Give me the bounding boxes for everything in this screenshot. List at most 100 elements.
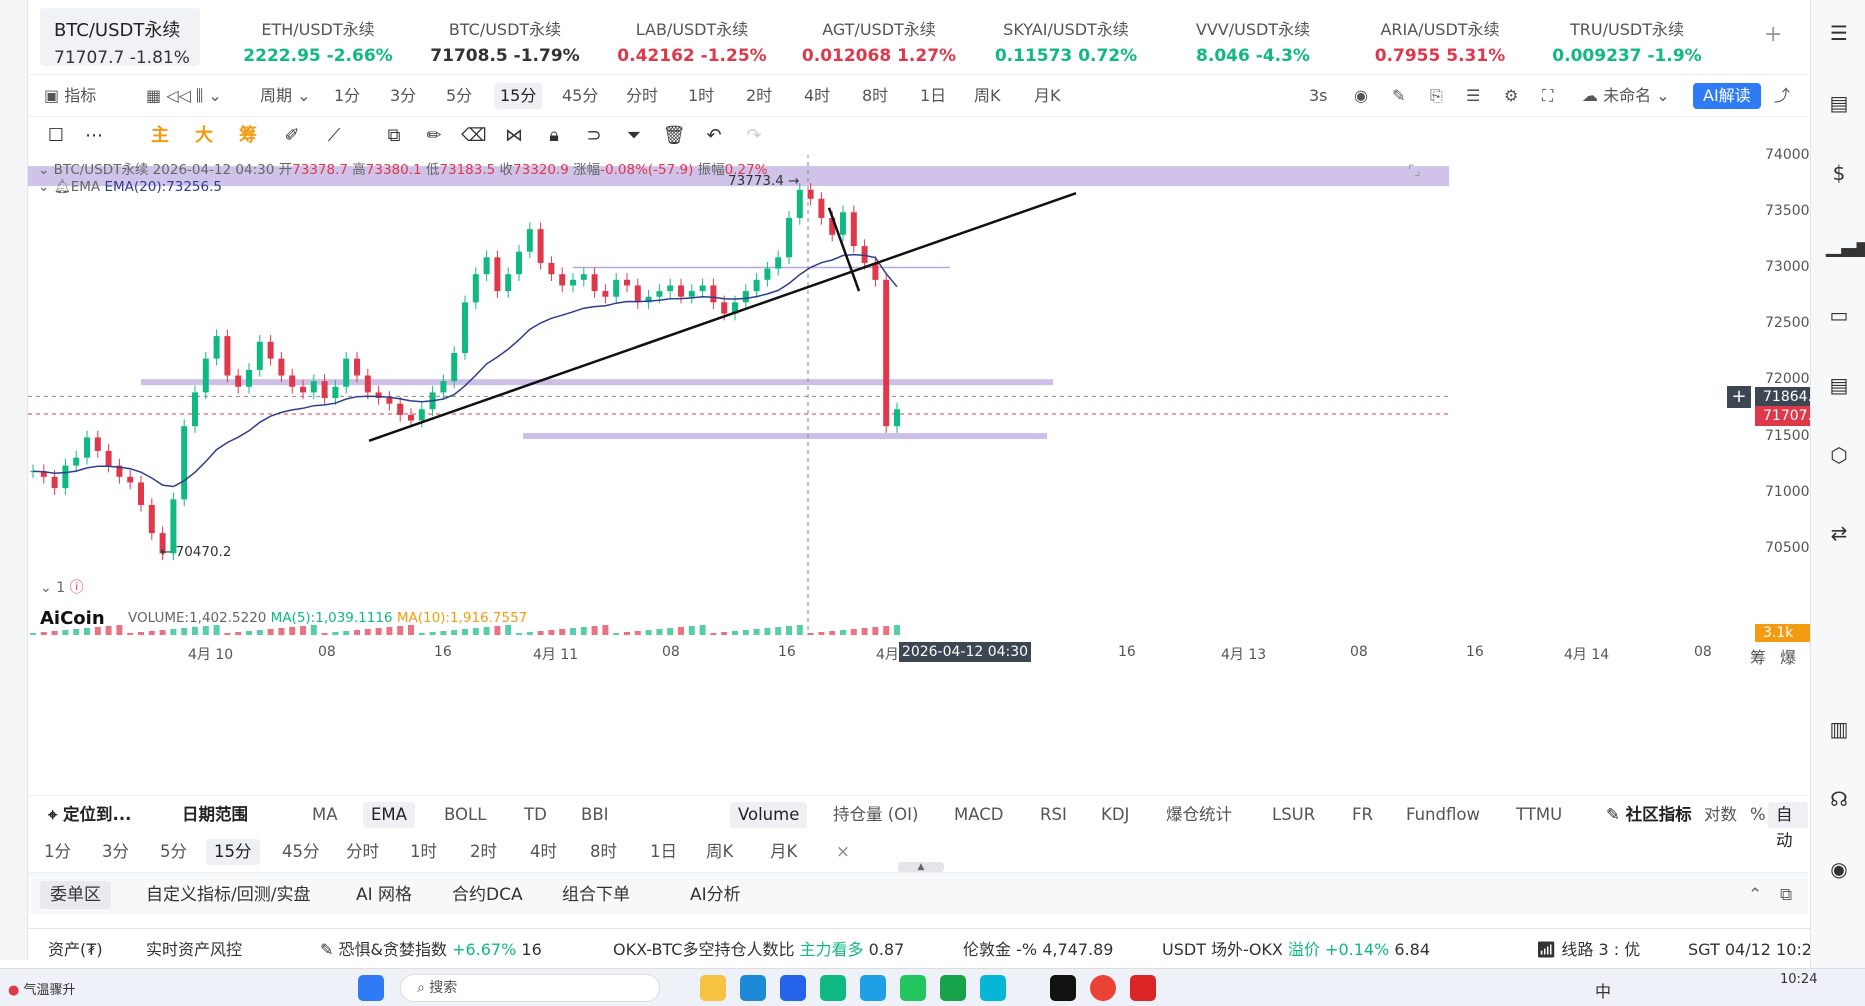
period-4h[interactable]: 4时	[522, 839, 565, 865]
panel-icon[interactable]: ▥	[1826, 716, 1852, 742]
layout-name-dropdown[interactable]: ☁ 未命名 ⌄	[1576, 83, 1676, 109]
browser-icon[interactable]	[860, 975, 886, 1001]
interval-15m[interactable]: 15分	[494, 83, 543, 109]
fear-greed[interactable]: ✎ 恐惧&贪婪指数 +6.67% 16	[320, 939, 542, 961]
add-ticker-icon[interactable]: +	[1764, 22, 1782, 47]
ime-indicator[interactable]: 中	[1595, 978, 1611, 1002]
stats-icon[interactable]: ▁▃▅	[1826, 232, 1865, 258]
copy-icon[interactable]: ⎘	[1424, 83, 1449, 109]
assets-label[interactable]: 资产(₮)	[48, 939, 103, 961]
ticker-item[interactable]: VVV/USDT永续 8.046 -4.3%	[1163, 8, 1343, 66]
pattern-icon[interactable]: ⋈	[500, 122, 528, 150]
app-icon[interactable]	[940, 975, 966, 1001]
interval-2h[interactable]: 2时	[740, 83, 778, 109]
price-chart-svg[interactable]	[28, 155, 1808, 780]
draw-icon[interactable]: ✐	[278, 122, 306, 150]
interval-3m[interactable]: 3分	[384, 83, 422, 109]
community-indicators[interactable]: ✎ 社区指标	[1598, 802, 1700, 828]
popout-icon[interactable]: ⧉	[1770, 881, 1802, 909]
hexagon-icon[interactable]: ⬡	[1826, 442, 1852, 468]
app-icon[interactable]	[900, 975, 926, 1001]
ticker-item[interactable]: LAB/USDT永续 0.42162 -1.25%	[602, 8, 782, 66]
period-1d[interactable]: 1日	[642, 839, 685, 865]
bell-icon[interactable]: 🔔︎	[54, 179, 71, 195]
ticker-item[interactable]: SKYAI/USDT永续 0.11573 0.72%	[976, 8, 1156, 66]
tab-orders[interactable]: 委单区	[40, 881, 111, 909]
ind-oi[interactable]: 持仓量 (OI)	[825, 802, 926, 828]
ind-ma[interactable]: MA	[304, 802, 346, 828]
ind-fr[interactable]: FR	[1344, 802, 1381, 828]
wps-icon[interactable]	[1130, 975, 1156, 1001]
brush-icon[interactable]: ✏	[420, 122, 448, 150]
taskbar-search[interactable]: ⌕ 搜索	[400, 974, 660, 1002]
interval-45m[interactable]: 45分	[556, 83, 604, 109]
ind-liquidation[interactable]: 爆仓统计	[1158, 802, 1240, 828]
ind-lsur[interactable]: LSUR	[1264, 802, 1323, 828]
period-5m[interactable]: 5分	[152, 839, 195, 865]
list-icon[interactable]: ☰	[1460, 83, 1486, 109]
ind-rsi[interactable]: RSI	[1032, 802, 1075, 828]
locate-button[interactable]: ⌖ 定位到...	[40, 802, 139, 828]
interval-8h[interactable]: 8时	[856, 83, 894, 109]
period-8h[interactable]: 8时	[582, 839, 625, 865]
period-15m[interactable]: 15分	[206, 839, 260, 865]
collapse-icon[interactable]: ⌄	[38, 162, 49, 178]
period-2h[interactable]: 2时	[462, 839, 505, 865]
period-week[interactable]: 周K	[698, 839, 741, 865]
okx-ratio[interactable]: OKX-BTC多空持仓人数比 主力看多 0.87	[613, 939, 904, 961]
edge-icon[interactable]	[740, 975, 766, 1001]
drag-handle[interactable]: ▲	[898, 862, 944, 872]
trendline-icon[interactable]: ⟋	[320, 122, 348, 150]
interval-timeline[interactable]: 分时	[620, 83, 664, 109]
app-icon[interactable]	[820, 975, 846, 1001]
collapse-icon[interactable]: ⌄	[38, 179, 49, 195]
aicoin-taskbar-icon[interactable]	[1050, 975, 1076, 1001]
layout-icons[interactable]: ▦ ◁◁ ⫼ ⌄	[140, 83, 228, 109]
lock-icon[interactable]: 🔒︎	[540, 122, 568, 150]
period-1m[interactable]: 1分	[36, 839, 79, 865]
interval-week[interactable]: 周K	[968, 83, 1007, 109]
interval-1m[interactable]: 1分	[328, 83, 366, 109]
chips-label[interactable]: 筹	[1750, 644, 1766, 668]
period-1h[interactable]: 1时	[402, 839, 445, 865]
etf-icon[interactable]: ▤	[1826, 372, 1852, 398]
monitor-icon[interactable]: ▭	[1826, 302, 1852, 328]
ind-fundflow[interactable]: Fundflow	[1398, 802, 1488, 828]
ticker-item[interactable]: TRU/USDT永续 0.009237 -1.9%	[1537, 8, 1717, 66]
folder-icon[interactable]	[700, 975, 726, 1001]
ticker-item[interactable]: ARIA/USDT永续 0.7955 5.31%	[1350, 8, 1530, 66]
date-range-button[interactable]: 日期范围	[174, 802, 256, 828]
connection-line[interactable]: 📶︎ 线路 3 : 优	[1536, 939, 1640, 961]
chrome-icon[interactable]	[1090, 975, 1116, 1001]
document-icon[interactable]: ▤	[1826, 90, 1852, 116]
tab-combo-order[interactable]: 组合下单	[552, 881, 640, 909]
chevron-up-icon[interactable]: ⌃	[1738, 881, 1772, 909]
period-timeline[interactable]: 分时	[338, 839, 387, 865]
ind-macd[interactable]: MACD	[946, 802, 1011, 828]
ind-volume[interactable]: Volume	[730, 802, 808, 828]
ticker-item[interactable]: AGT/USDT永续 0.012068 1.27%	[789, 8, 969, 66]
menu-icon[interactable]: ☰	[1826, 20, 1852, 46]
usdt-otc[interactable]: USDT 场外-OKX 溢价 +0.14% 6.84	[1162, 939, 1430, 961]
headset-icon[interactable]: ☊	[1826, 786, 1852, 812]
crosshair-plus-icon[interactable]: +	[1727, 386, 1751, 408]
ind-bbi[interactable]: BBI	[573, 802, 617, 828]
weather-widget[interactable]: ● 气温骤升	[8, 979, 76, 998]
wallet-icon[interactable]: $	[1826, 160, 1852, 186]
share-icon[interactable]: ⤴	[1768, 83, 1796, 109]
indicators-button[interactable]: ▣ 指标	[38, 83, 102, 109]
refresh-rate[interactable]: 3s	[1303, 83, 1334, 109]
ticker-item[interactable]: BTC/USDT永续 71708.5 -1.79%	[415, 8, 595, 66]
interval-4h[interactable]: 4时	[798, 83, 836, 109]
redo-icon[interactable]: ↷	[740, 122, 768, 150]
expand-icon[interactable]: ⌜⌟	[1408, 163, 1421, 179]
more-icon[interactable]: ⋯	[80, 122, 108, 150]
ind-ttmu[interactable]: TTMU	[1508, 802, 1570, 828]
interval-1d[interactable]: 1日	[914, 83, 952, 109]
period-month[interactable]: 月K	[762, 839, 805, 865]
ind-boll[interactable]: BOLL	[436, 802, 494, 828]
ind-ema[interactable]: EMA	[363, 802, 415, 828]
collapse-icon[interactable]: ⌄	[40, 580, 52, 596]
risk-control-label[interactable]: 实时资产风控	[146, 939, 242, 961]
filter-icon[interactable]: ⏷	[620, 122, 648, 150]
